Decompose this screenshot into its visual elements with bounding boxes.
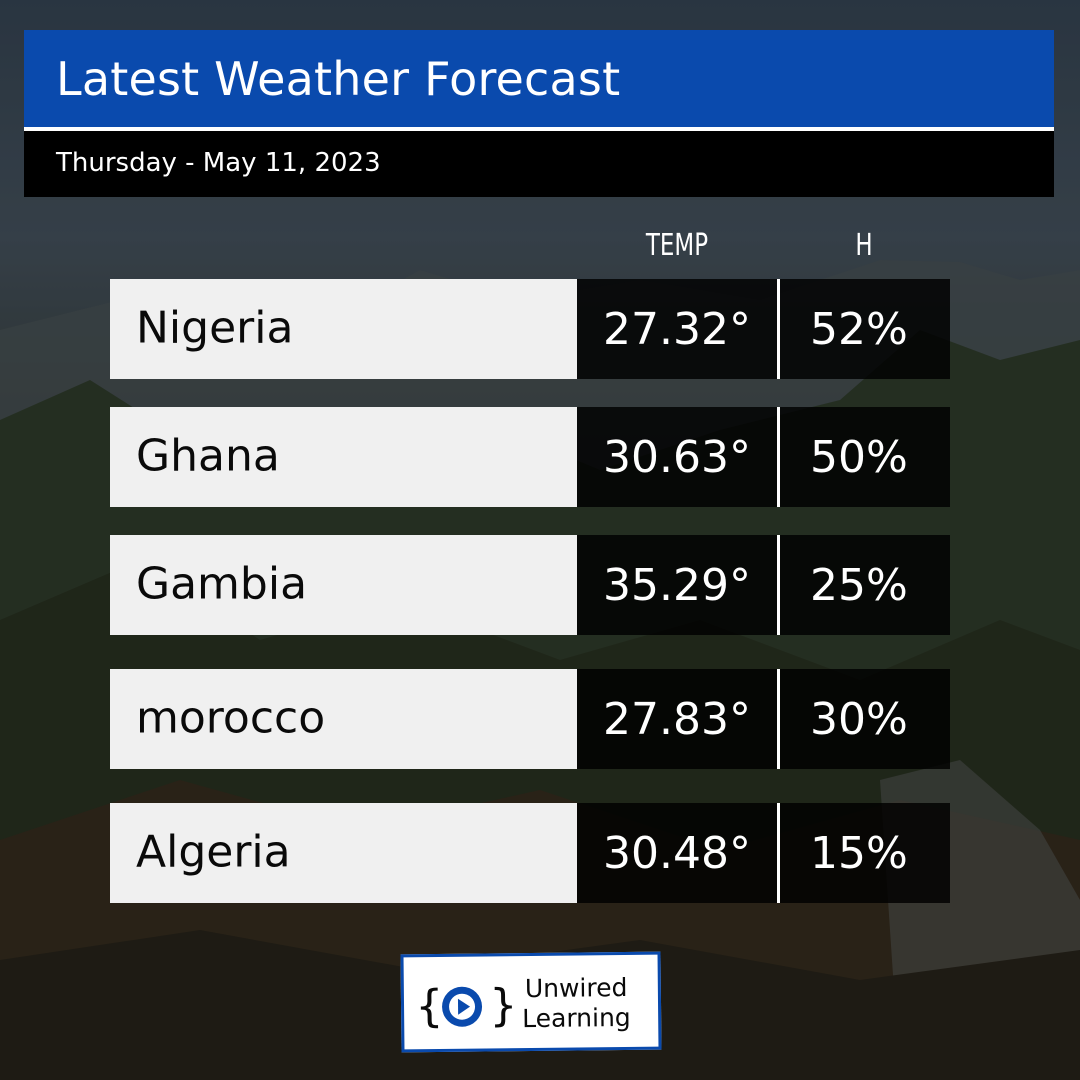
country-cell: Algeria (110, 803, 577, 903)
play-icon (442, 986, 483, 1027)
values-cell: 30.63° 50% (577, 407, 950, 507)
temperature-value: 30.63° (603, 431, 751, 483)
values-cell: 30.48° 15% (577, 803, 950, 903)
country-name: Algeria (136, 826, 291, 878)
country-name: Nigeria (136, 302, 294, 354)
temperature-value: 35.29° (603, 559, 751, 611)
country-name: Gambia (136, 558, 308, 610)
right-brace-icon: } (489, 980, 517, 1032)
column-header-humidity: H (855, 228, 873, 263)
forecast-row: Algeria 30.48° 15% (110, 803, 950, 903)
country-name: morocco (136, 692, 326, 744)
country-cell: Ghana (110, 407, 577, 507)
values-cell: 27.32° 52% (577, 279, 950, 379)
humidity-value: 15% (810, 827, 908, 879)
humidity-value: 25% (810, 559, 908, 611)
country-name: Ghana (136, 430, 280, 482)
humidity-value: 30% (810, 693, 908, 745)
country-cell: Gambia (110, 535, 577, 635)
left-brace-icon: { (415, 980, 443, 1033)
temperature-value: 30.48° (603, 827, 751, 879)
forecast-row: morocco 27.83° 30% (110, 669, 950, 769)
forecast-date: Thursday - May 11, 2023 (56, 148, 381, 178)
humidity-value: 52% (810, 303, 908, 355)
temperature-value: 27.83° (603, 693, 751, 745)
brand-name: Unwired Learning (522, 973, 631, 1034)
country-cell: morocco (110, 669, 577, 769)
country-cell: Nigeria (110, 279, 577, 379)
values-cell: 35.29° 25% (577, 535, 950, 635)
values-cell: 27.83° 30% (577, 669, 950, 769)
brand-name-line2: Learning (522, 1002, 631, 1034)
forecast-row: Gambia 35.29° 25% (110, 535, 950, 635)
temperature-value: 27.32° (603, 303, 751, 355)
brand-logo: { } Unwired Learning (400, 951, 662, 1053)
brand-name-line1: Unwired (524, 972, 628, 1004)
forecast-row: Nigeria 27.32° 52% (110, 279, 950, 379)
humidity-value: 50% (810, 431, 908, 483)
forecast-row: Ghana 30.63° 50% (110, 407, 950, 507)
column-header-temp: TEMP (645, 228, 709, 263)
page-title: Latest Weather Forecast (56, 52, 621, 106)
